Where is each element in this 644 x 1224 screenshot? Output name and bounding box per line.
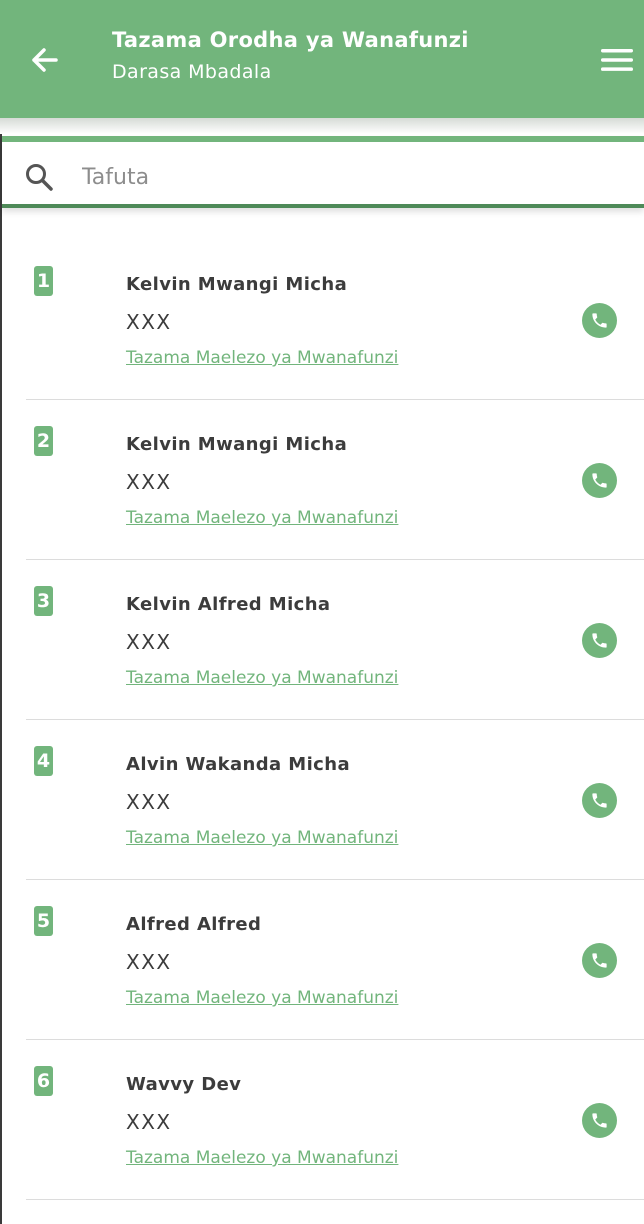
row-divider [26,1199,644,1200]
phone-icon [592,953,607,968]
student-list-item: 3 Kelvin Alfred Micha XXX Tazama Maelezo… [0,560,644,720]
student-phone: XXX [126,790,172,814]
view-student-details-link[interactable]: Tazama Maelezo ya Mwanafunzi [126,988,398,1008]
student-list-item: 6 Wavvy Dev XXX Tazama Maelezo ya Mwanaf… [0,1040,644,1200]
arrow-left-icon [32,48,58,72]
call-button[interactable] [582,783,617,818]
student-list: 1 Kelvin Mwangi Micha XXX Tazama Maelezo… [0,240,644,1200]
phone-icon [592,793,607,808]
page-subtitle: Darasa Mbadala [112,61,272,83]
menu-button[interactable] [594,38,640,82]
view-student-details-link[interactable]: Tazama Maelezo ya Mwanafunzi [126,668,398,688]
call-button[interactable] [582,1103,617,1138]
student-number-badge: 2 [34,426,53,456]
student-number-badge: 6 [34,1066,53,1096]
phone-icon [592,473,607,488]
student-name: Kelvin Alfred Micha [126,594,331,615]
student-list-item: 4 Alvin Wakanda Micha XXX Tazama Maelezo… [0,720,644,880]
student-phone: XXX [126,310,172,334]
student-name: Wavvy Dev [126,1074,242,1095]
student-phone: XXX [126,470,172,494]
student-list-item: 1 Kelvin Mwangi Micha XXX Tazama Maelezo… [0,240,644,400]
student-name: Alvin Wakanda Micha [126,754,350,775]
student-phone: XXX [126,950,172,974]
student-name: Kelvin Mwangi Micha [126,274,348,295]
app-bar-shadow [0,118,644,134]
call-button[interactable] [582,303,617,338]
search-bar [2,136,644,208]
call-button[interactable] [582,623,617,658]
view-student-details-link[interactable]: Tazama Maelezo ya Mwanafunzi [126,508,398,528]
student-list-item: 5 Alfred Alfred XXX Tazama Maelezo ya Mw… [0,880,644,1040]
call-button[interactable] [582,943,617,978]
phone-icon [592,633,607,648]
call-button[interactable] [582,463,617,498]
student-phone: XXX [126,630,172,654]
header-titles: Tazama Orodha ya Wanafunzi Darasa Mbadal… [112,28,469,83]
search-input[interactable] [80,152,624,202]
student-number-badge: 1 [34,266,53,296]
phone-icon [592,1113,607,1128]
student-number-badge: 5 [34,906,53,936]
search-icon[interactable] [24,162,54,192]
back-button[interactable] [22,38,66,82]
view-student-details-link[interactable]: Tazama Maelezo ya Mwanafunzi [126,1148,398,1168]
student-phone: XXX [126,1110,172,1134]
student-number-badge: 4 [34,746,53,776]
student-name: Alfred Alfred [126,914,262,935]
page-title: Tazama Orodha ya Wanafunzi [112,28,469,52]
view-student-details-link[interactable]: Tazama Maelezo ya Mwanafunzi [126,348,398,368]
view-student-details-link[interactable]: Tazama Maelezo ya Mwanafunzi [126,828,398,848]
student-list-item: 2 Kelvin Mwangi Micha XXX Tazama Maelezo… [0,400,644,560]
student-number-badge: 3 [34,586,53,616]
hamburger-menu-icon [601,49,633,71]
app-bar: Tazama Orodha ya Wanafunzi Darasa Mbadal… [0,0,644,118]
student-name: Kelvin Mwangi Micha [126,434,348,455]
phone-icon [592,313,607,328]
